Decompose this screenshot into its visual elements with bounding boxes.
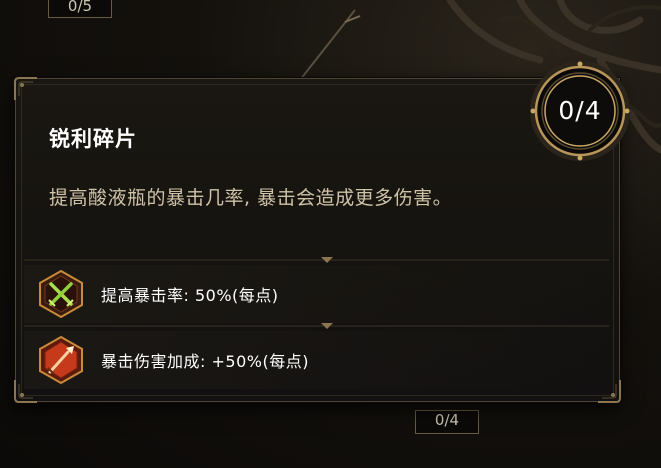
section-divider bbox=[24, 323, 609, 329]
spear-burst-icon bbox=[39, 335, 83, 385]
stat-row-crit-chance: 提高暴击率: 50%(每点) bbox=[24, 265, 609, 323]
section-divider bbox=[24, 257, 609, 263]
skill-tooltip: 锐利碎片 0/4 提高酸液瓶的暴击几率, 暴击会造成更多伤害。 提高暴击率: 5… bbox=[14, 61, 630, 403]
background-node-counter-top: 0/5 bbox=[48, 0, 112, 18]
skill-tree-scene: 0/5 0/4 锐利碎片 0/4 提高酸液瓶的暴击几率, 暴击会造成更多伤害。 … bbox=[0, 0, 661, 468]
stat-label-crit-chance: 提高暴击率: 50%(每点) bbox=[101, 286, 279, 305]
stat-label-crit-damage: 暴击伤害加成: +50%(每点) bbox=[101, 352, 309, 371]
skill-rank-value: 0/4 bbox=[558, 96, 602, 125]
skill-title: 锐利碎片 bbox=[49, 127, 137, 151]
corner-ornament-top-left bbox=[14, 77, 37, 100]
crossed-swords-icon bbox=[39, 269, 83, 319]
stat-row-crit-damage: 暴击伤害加成: +50%(每点) bbox=[24, 331, 609, 389]
skill-rank-badge: 0/4 bbox=[528, 59, 632, 163]
skill-description: 提高酸液瓶的暴击几率, 暴击会造成更多伤害。 bbox=[49, 187, 453, 209]
background-node-counter-bottom: 0/4 bbox=[415, 410, 479, 434]
